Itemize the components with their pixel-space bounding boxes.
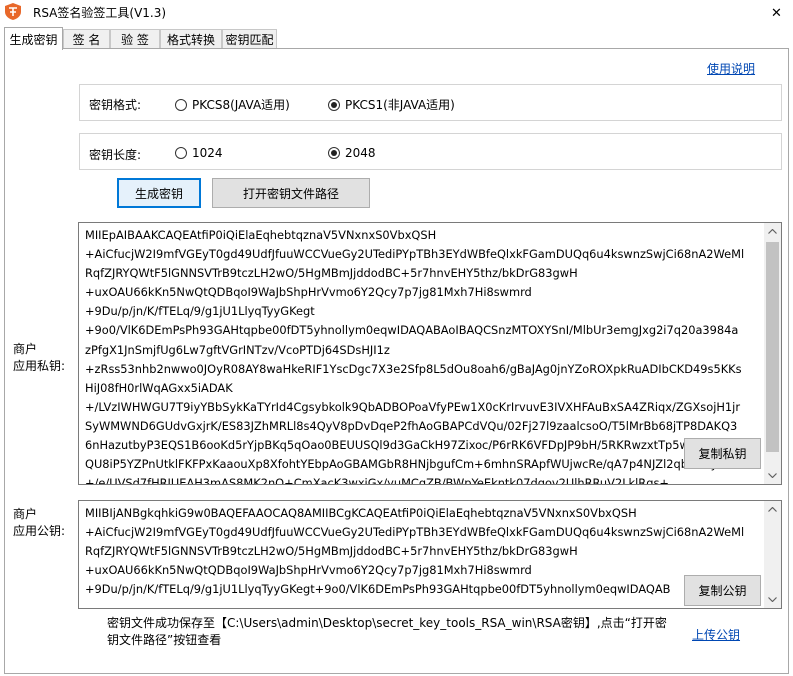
generate-key-button[interactable]: 生成密钥 — [117, 178, 201, 208]
close-icon: ✕ — [771, 5, 782, 21]
tab-key-match[interactable]: 密钥匹配 — [222, 29, 277, 49]
tab-format-convert[interactable]: 格式转换 — [160, 29, 222, 49]
radio-pkcs1-indicator — [328, 98, 340, 111]
copy-public-key-button[interactable]: 复制公钥 — [684, 575, 761, 606]
tab-sign[interactable]: 签 名 — [63, 29, 110, 49]
public-key-textarea[interactable]: MIIBIjANBgkqhkiG9w0BAQEFAAOCAQ8AMIIBCgKC… — [78, 500, 782, 609]
radio-pkcs8-indicator — [175, 98, 187, 111]
key-length-group: 密钥长度: 1024 2048 — [79, 133, 782, 170]
app-logo-icon — [5, 3, 21, 20]
radio-1024-indicator — [175, 147, 187, 159]
upload-public-key-link[interactable]: 上传公钥 — [692, 626, 740, 643]
private-key-scroll-thumb[interactable] — [766, 242, 779, 452]
scroll-up-icon[interactable] — [764, 223, 781, 240]
radio-pkcs1[interactable]: PKCS1(非JAVA适用) — [328, 96, 455, 113]
window-title: RSA签名验签工具(V1.3) — [33, 6, 167, 20]
help-link[interactable]: 使用说明 — [707, 60, 755, 77]
scroll-up-icon[interactable] — [764, 501, 781, 518]
tab-generate-key[interactable]: 生成密钥 — [4, 27, 63, 50]
public-key-label: 商户 应用公钥: — [13, 507, 66, 538]
scroll-down-icon[interactable] — [764, 591, 781, 608]
tab-bar: 生成密钥 签 名 验 签 格式转换 密钥匹配 — [4, 27, 789, 50]
scroll-down-icon[interactable] — [764, 467, 781, 484]
public-key-text: MIIBIjANBgkqhkiG9w0BAQEFAAOCAQ8AMIIBCgKC… — [85, 506, 745, 597]
key-format-group: 密钥格式: PKCS8(JAVA适用) PKCS1(非JAVA适用) — [79, 84, 782, 121]
open-key-path-button[interactable]: 打开密钥文件路径 — [212, 178, 370, 208]
close-button[interactable]: ✕ — [760, 0, 793, 26]
radio-pkcs8[interactable]: PKCS8(JAVA适用) — [175, 96, 290, 113]
status-message: 密钥文件成功保存至【C:\Users\admin\Desktop\secret_… — [107, 616, 667, 647]
private-key-label: 商户 应用私钥: — [13, 342, 66, 373]
key-format-label: 密钥格式: — [89, 98, 142, 112]
radio-2048-indicator — [328, 147, 340, 159]
radio-2048[interactable]: 2048 — [328, 146, 376, 160]
title-bar: RSA签名验签工具(V1.3) ✕ — [0, 0, 793, 26]
private-key-textarea[interactable]: MIIEpAIBAAKCAQEAtfiP0iQiElaEqhebtqznaV5V… — [78, 222, 782, 485]
key-length-label: 密钥长度: — [89, 148, 142, 162]
public-key-scrollbar[interactable] — [764, 501, 781, 608]
private-key-text: MIIEpAIBAAKCAQEAtfiP0iQiElaEqhebtqznaV5V… — [85, 228, 745, 485]
tab-verify[interactable]: 验 签 — [110, 29, 160, 49]
private-key-scrollbar[interactable] — [764, 223, 781, 484]
radio-1024[interactable]: 1024 — [175, 146, 223, 160]
copy-private-key-button[interactable]: 复制私钥 — [684, 438, 761, 469]
